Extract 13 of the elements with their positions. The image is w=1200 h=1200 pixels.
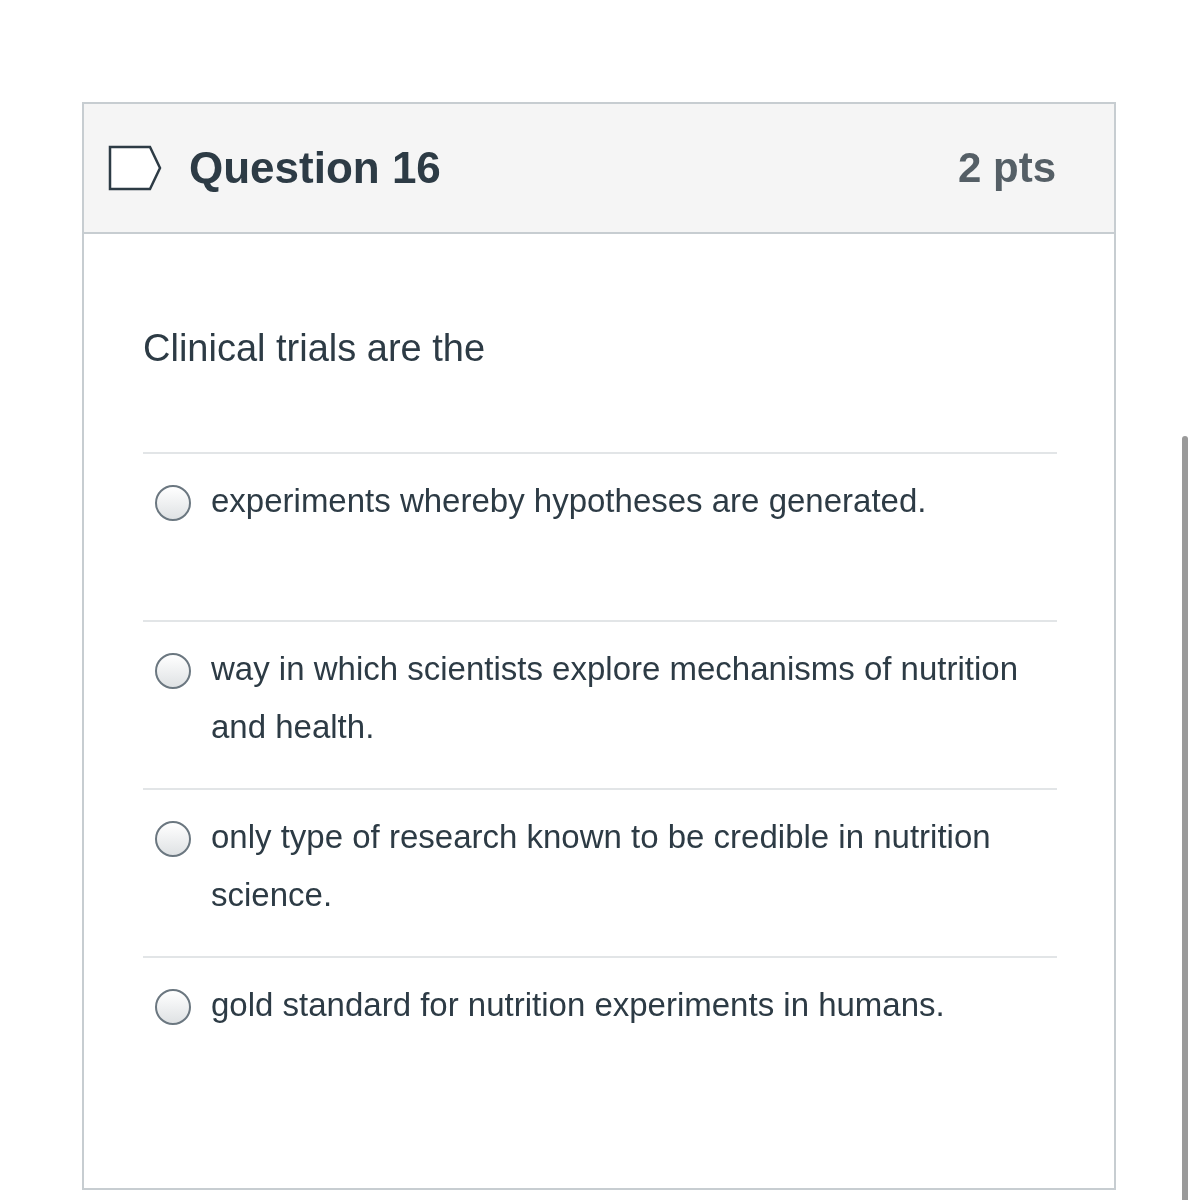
question-text: Clinical trials are the xyxy=(143,326,487,371)
answer-text[interactable]: experiments whereby hypotheses are generated. xyxy=(211,471,927,530)
points-label: 2 pts xyxy=(957,144,1056,192)
radio-button[interactable] xyxy=(155,652,191,689)
radio-button[interactable] xyxy=(155,820,191,857)
flag-icon[interactable] xyxy=(108,145,162,191)
scrollbar[interactable] xyxy=(1182,436,1188,1200)
question-title: Question 16 xyxy=(189,143,441,193)
radio-button[interactable] xyxy=(155,484,191,521)
answer-text[interactable]: only type of research known to be credible in nutrition science. xyxy=(211,807,1057,924)
radio-button[interactable] xyxy=(155,988,191,1025)
answer-text[interactable]: way in which scientists explore mechanisms of nutrition and health. xyxy=(211,639,1057,756)
answer-text[interactable]: gold standard for nutrition experiments in humans. xyxy=(211,975,945,1034)
